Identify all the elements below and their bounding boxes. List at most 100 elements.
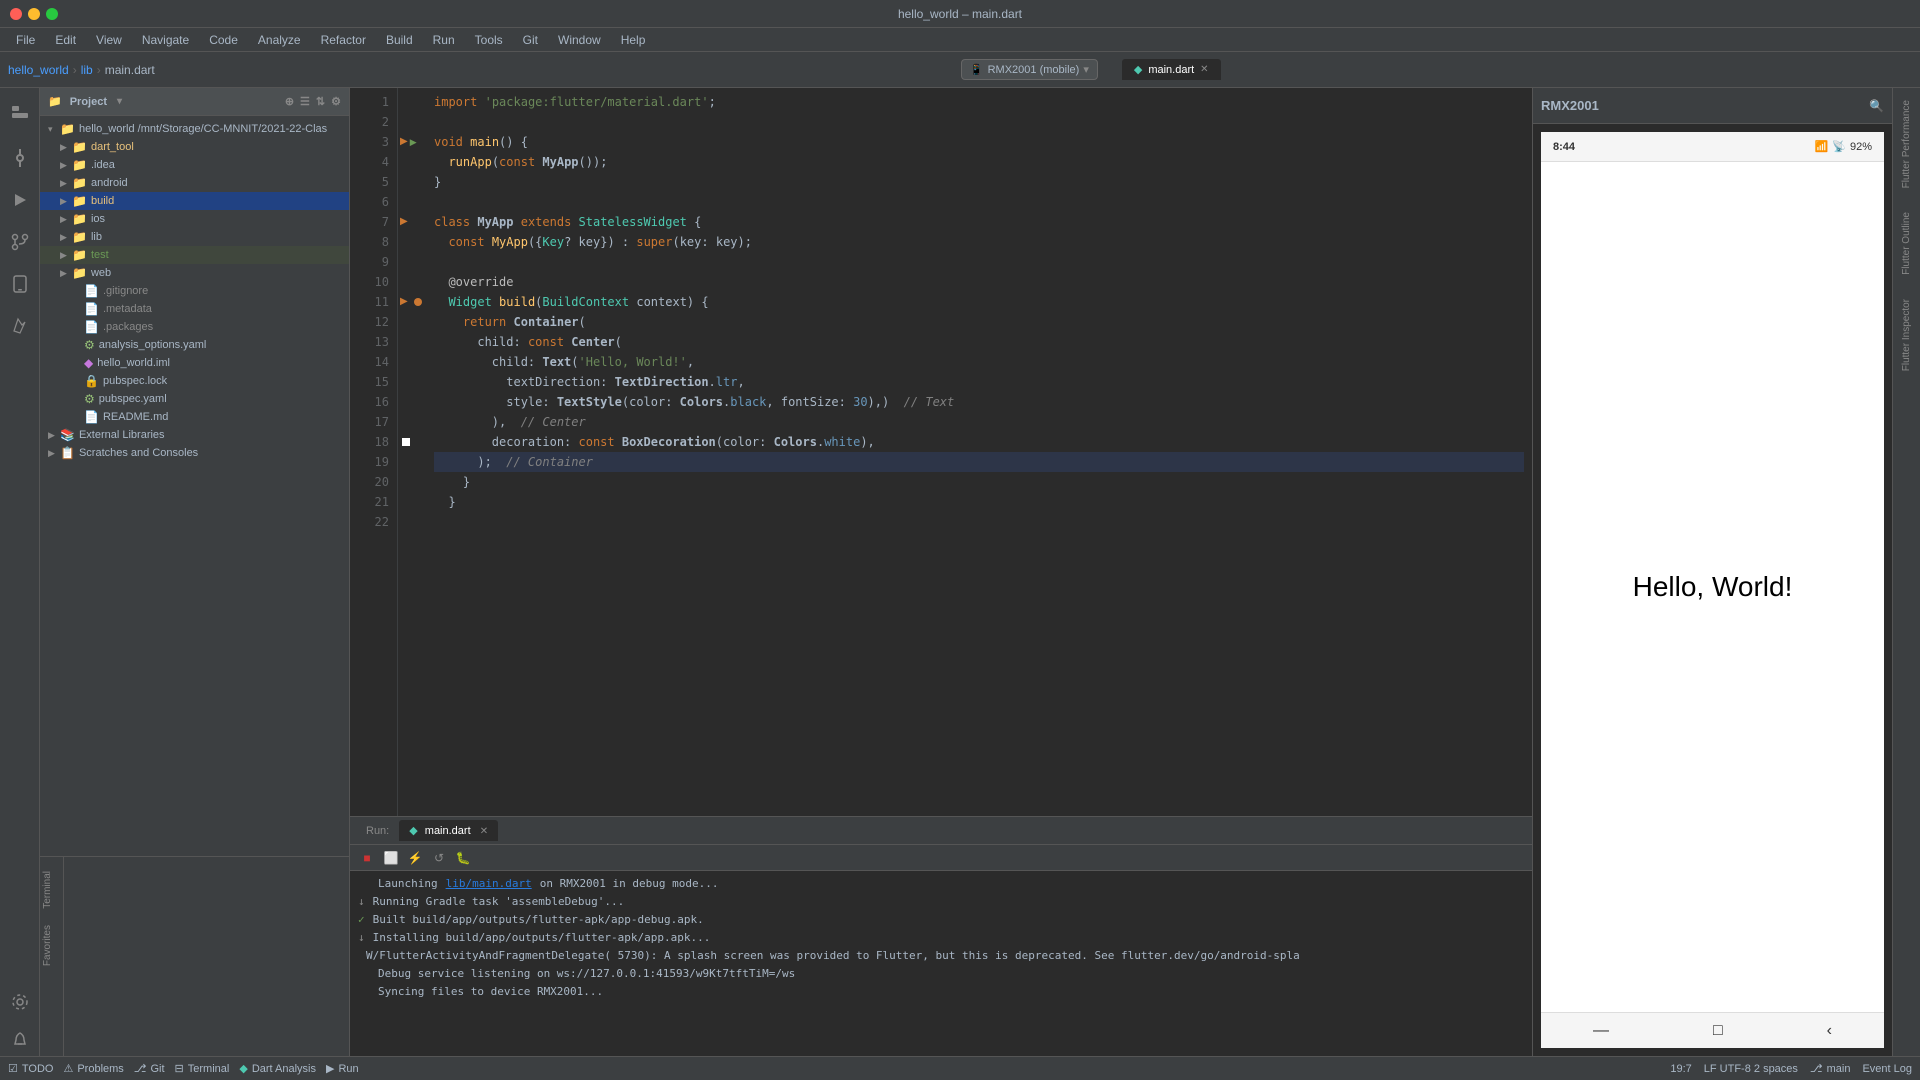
- tree-item-gitignore[interactable]: 📄 .gitignore: [40, 282, 349, 300]
- menu-analyze[interactable]: Analyze: [250, 31, 309, 49]
- dart-icon: ◆: [239, 1062, 247, 1075]
- menu-code[interactable]: Code: [201, 31, 246, 49]
- menu-window[interactable]: Window: [550, 31, 609, 49]
- dart-analysis-label: Dart Analysis: [252, 1063, 316, 1075]
- stop-button[interactable]: ■: [358, 849, 376, 867]
- console-line-5: W/FlutterActivityAndFragmentDelegate( 57…: [358, 947, 1524, 965]
- flutter-performance-tab[interactable]: Flutter Performance: [1897, 92, 1916, 196]
- status-position[interactable]: 19:7: [1670, 1063, 1691, 1075]
- minimize-button[interactable]: [28, 8, 40, 20]
- run-tab-main-dart[interactable]: ◆ main.dart ✕: [399, 820, 498, 841]
- structure-tab[interactable]: Terminal: [40, 865, 63, 915]
- favorites-tab[interactable]: Favorites: [40, 919, 63, 972]
- dropdown-icon[interactable]: ▾: [117, 96, 122, 107]
- tree-item-packages[interactable]: 📄 .packages: [40, 318, 349, 336]
- reload-button[interactable]: ⚡: [406, 849, 424, 867]
- fold-icon-build[interactable]: ▶: [400, 296, 408, 307]
- debug-button[interactable]: 🐛: [454, 849, 472, 867]
- tree-item-web[interactable]: ▶ 📁 web: [40, 264, 349, 282]
- fold-icon-class[interactable]: ▶: [400, 216, 408, 227]
- breadcrumb-file[interactable]: main.dart: [105, 63, 155, 77]
- code-editor[interactable]: import 'package:flutter/material.dart'; …: [426, 88, 1532, 816]
- tree-item-lib[interactable]: ▶ 📁 lib: [40, 228, 349, 246]
- tab-close-icon[interactable]: ✕: [1200, 64, 1208, 75]
- tree-item-scratches[interactable]: ▶ 📋 Scratches and Consoles: [40, 444, 349, 462]
- debug-breakpoint[interactable]: [414, 298, 422, 306]
- arrow-icon: ▶: [48, 448, 60, 459]
- breadcrumb-project[interactable]: hello_world: [8, 63, 69, 77]
- tree-label: .gitignore: [103, 285, 148, 297]
- firebase-icon[interactable]: [4, 310, 36, 342]
- tab-close-icon[interactable]: ✕: [480, 826, 488, 837]
- tree-item-pubspec-yaml[interactable]: ⚙ pubspec.yaml: [40, 390, 349, 408]
- gear-icon[interactable]: ⚙: [331, 95, 341, 108]
- tree-item-idea[interactable]: ▶ 📁 .idea: [40, 156, 349, 174]
- settings-icon[interactable]: [4, 986, 36, 1018]
- sort-icon[interactable]: ⇅: [316, 95, 325, 108]
- tree-item-dart-tool[interactable]: ▶ 📁 dart_tool: [40, 138, 349, 156]
- status-problems[interactable]: ⚠ Problems: [63, 1062, 123, 1075]
- device-selector[interactable]: 📱 RMX2001 (mobile) ▾: [961, 59, 1098, 80]
- branch-icon: ⎇: [1810, 1062, 1823, 1075]
- status-encoding[interactable]: LF UTF-8 2 spaces: [1704, 1063, 1798, 1075]
- menu-git[interactable]: Git: [515, 31, 546, 49]
- menu-navigate[interactable]: Navigate: [134, 31, 197, 49]
- code-line-22: [434, 512, 1524, 532]
- tree-item-build[interactable]: ▶ 📁 build: [40, 192, 349, 210]
- tree-root[interactable]: ▾ 📁 hello_world /mnt/Storage/CC-MNNIT/20…: [40, 120, 349, 138]
- run-gutter-icon[interactable]: ▶: [410, 132, 417, 152]
- terminal-label: Terminal: [188, 1063, 230, 1075]
- notification-icon[interactable]: [4, 1024, 36, 1056]
- status-run[interactable]: ▶ Run: [326, 1062, 359, 1075]
- locate-icon[interactable]: ⊕: [285, 95, 294, 108]
- tree-item-pubspec-lock[interactable]: 🔒 pubspec.lock: [40, 372, 349, 390]
- project-icon[interactable]: [4, 96, 36, 128]
- tree-item-readme[interactable]: 📄 README.md: [40, 408, 349, 426]
- tree-item-external-libs[interactable]: ▶ 📚 External Libraries: [40, 426, 349, 444]
- tree-item-android[interactable]: ▶ 📁 android: [40, 174, 349, 192]
- tree-item-analysis[interactable]: ⚙ analysis_options.yaml: [40, 336, 349, 354]
- menu-edit[interactable]: Edit: [47, 31, 84, 49]
- status-git[interactable]: ⎇ Git: [134, 1062, 165, 1075]
- commit-icon[interactable]: [4, 142, 36, 174]
- run-debug-icon[interactable]: [4, 184, 36, 216]
- battery-label: 92%: [1850, 141, 1872, 153]
- tree-item-ios[interactable]: ▶ 📁 ios: [40, 210, 349, 228]
- status-dart-analysis[interactable]: ◆ Dart Analysis: [239, 1062, 316, 1075]
- breadcrumb-lib[interactable]: lib: [81, 63, 93, 77]
- fold-icon[interactable]: ▶: [400, 132, 408, 152]
- console-line-6: Debug service listening on ws://127.0.0.…: [358, 965, 1524, 983]
- menu-refactor[interactable]: Refactor: [313, 31, 374, 49]
- list-icon[interactable]: ☰: [300, 95, 310, 108]
- status-event-log[interactable]: Event Log: [1862, 1063, 1912, 1075]
- phone-device-icon[interactable]: [4, 268, 36, 300]
- status-branch[interactable]: ⎇ main: [1810, 1062, 1851, 1075]
- menu-help[interactable]: Help: [613, 31, 654, 49]
- console-line-1: Launching lib/main.dart on RMX2001 in de…: [358, 875, 1524, 893]
- status-todo[interactable]: ☑ TODO: [8, 1062, 53, 1075]
- hot-reload-button[interactable]: ↺: [430, 849, 448, 867]
- menu-run[interactable]: Run: [425, 31, 463, 49]
- menu-file[interactable]: File: [8, 31, 43, 49]
- close-button[interactable]: [10, 8, 22, 20]
- tree-item-metadata[interactable]: 📄 .metadata: [40, 300, 349, 318]
- pull-requests-icon[interactable]: [4, 226, 36, 258]
- menu-build[interactable]: Build: [378, 31, 421, 49]
- phone-preview: 8:44 📶 📡 92% Hello, World! — □ ‹: [1541, 132, 1884, 1048]
- status-terminal[interactable]: ⊟ Terminal: [175, 1062, 230, 1075]
- code-line-10: @override: [434, 272, 1524, 292]
- menu-tools[interactable]: Tools: [467, 31, 511, 49]
- tree-label: android: [91, 177, 128, 189]
- search-icon[interactable]: 🔍: [1869, 99, 1884, 113]
- flutter-inspector-tab[interactable]: Flutter Inspector: [1897, 291, 1916, 379]
- tab-main-dart[interactable]: ◆ main.dart ✕: [1122, 59, 1221, 80]
- menu-view[interactable]: View: [88, 31, 130, 49]
- maximize-button[interactable]: [46, 8, 58, 20]
- tree-item-iml[interactable]: ◆ hello_world.iml: [40, 354, 349, 372]
- tree-item-test[interactable]: ▶ 📁 test: [40, 246, 349, 264]
- console-tab[interactable]: ⬜: [382, 849, 400, 867]
- flutter-outline-tab[interactable]: Flutter Outline: [1897, 204, 1916, 283]
- window-controls[interactable]: [10, 8, 58, 20]
- run-controls: ■ ⬜ ⚡ ↺ 🐛: [350, 845, 1532, 871]
- lib-main-link[interactable]: lib/main.dart: [446, 875, 532, 893]
